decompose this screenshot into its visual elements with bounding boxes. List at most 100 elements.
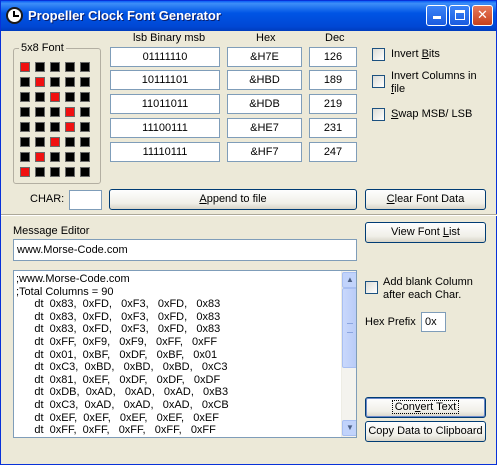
pixel-cell[interactable] xyxy=(50,152,60,162)
hex-field-3[interactable]: &HDB xyxy=(227,94,302,114)
pixel-cell[interactable] xyxy=(80,137,90,147)
clear-font-data-button[interactable]: Clear Font Data xyxy=(365,189,486,210)
binary-field-1[interactable]: 01111110 xyxy=(110,47,220,67)
pixel-cell[interactable] xyxy=(35,92,45,102)
close-button[interactable]: ✕ xyxy=(472,5,493,26)
binary-field-2[interactable]: 10111101 xyxy=(110,70,220,90)
minimize-button[interactable] xyxy=(426,5,447,26)
pixel-cell[interactable] xyxy=(80,92,90,102)
pixel-cell[interactable] xyxy=(80,122,90,132)
pixel-cell[interactable] xyxy=(20,92,30,102)
view-font-list-button[interactable]: View Font List xyxy=(365,222,486,243)
pixel-cell[interactable] xyxy=(20,77,30,87)
invert-bits-checkbox[interactable] xyxy=(372,48,385,61)
pixel-cell[interactable] xyxy=(35,137,45,147)
hex-header: Hex xyxy=(256,32,276,44)
hex-field-4[interactable]: &HE7 xyxy=(227,118,302,138)
minimize-icon xyxy=(432,16,441,19)
dec-field-5[interactable]: 247 xyxy=(309,142,357,162)
binary-header: lsb Binary msb xyxy=(133,32,206,44)
invert-bits-label: Invert Bits xyxy=(391,48,440,60)
output-line: dt 0xEF, 0xEF, 0xEF, 0xEF, 0xEF xyxy=(16,411,219,424)
pixel-cell[interactable] xyxy=(50,122,60,132)
convert-text-button[interactable]: Convert Text xyxy=(365,397,486,418)
pixel-cell[interactable] xyxy=(65,152,75,162)
output-textarea[interactable]: ;www.Morse-Code.com ;Total Columns = 90 d… xyxy=(13,270,357,438)
pixel-cell[interactable] xyxy=(65,62,75,72)
add-blank-column-checkbox[interactable] xyxy=(365,281,378,294)
pixel-cell[interactable] xyxy=(35,107,45,117)
output-line: dt 0xFF, 0xFF, 0xFF, 0xFF, 0xFF xyxy=(16,424,216,437)
output-line: ;www.Morse-Code.com xyxy=(16,273,130,285)
pixel-cell[interactable] xyxy=(65,107,75,117)
pixel-cell[interactable] xyxy=(80,167,90,177)
pixel-cell[interactable] xyxy=(35,77,45,87)
dec-field-3[interactable]: 219 xyxy=(309,94,357,114)
dec-field-1[interactable]: 126 xyxy=(309,47,357,67)
output-line: dt 0xDB, 0xAD, 0xAD, 0xAD, 0xB3 xyxy=(16,386,229,399)
output-line: dt 0xC3, 0xAD, 0xAD, 0xAD, 0xCB xyxy=(16,398,229,411)
char-input[interactable] xyxy=(69,190,102,210)
hex-field-1[interactable]: &H7E xyxy=(227,47,302,67)
hex-field-2[interactable]: &HBD xyxy=(227,70,302,90)
maximize-button[interactable] xyxy=(449,5,470,26)
pixel-cell[interactable] xyxy=(65,77,75,87)
pixel-cell[interactable] xyxy=(80,152,90,162)
title-bar[interactable]: Propeller Clock Font Generator ✕ xyxy=(1,1,496,31)
binary-field-5[interactable]: 11110111 xyxy=(110,142,220,162)
pixel-cell[interactable] xyxy=(35,62,45,72)
pixel-cell[interactable] xyxy=(20,122,30,132)
pixel-cell[interactable] xyxy=(20,137,30,147)
dec-header: Dec xyxy=(325,32,345,44)
pixel-cell[interactable] xyxy=(35,152,45,162)
char-label: CHAR: xyxy=(30,193,65,205)
invert-columns-label: Invert Columns in file xyxy=(391,70,477,95)
pixel-cell[interactable] xyxy=(65,92,75,102)
pixel-cell[interactable] xyxy=(65,137,75,147)
hex-prefix-input[interactable]: 0x xyxy=(421,312,446,332)
output-line: dt 0x01, 0xBF, 0xDF, 0xBF, 0x01 xyxy=(16,348,218,361)
pixel-cell[interactable] xyxy=(20,167,30,177)
pixel-cell[interactable] xyxy=(50,137,60,147)
swap-msb-lsb-checkbox[interactable] xyxy=(372,108,385,121)
scroll-down-icon[interactable]: ▼ xyxy=(342,420,356,436)
dec-field-4[interactable]: 231 xyxy=(309,118,357,138)
invert-columns-checkbox[interactable] xyxy=(372,75,385,88)
pixel-cell[interactable] xyxy=(50,167,60,177)
section-divider xyxy=(1,214,497,216)
message-input[interactable]: www.Morse-Code.com xyxy=(13,239,357,261)
pixel-cell[interactable] xyxy=(20,62,30,72)
pixel-cell[interactable] xyxy=(35,122,45,132)
pixel-cell[interactable] xyxy=(20,107,30,117)
pixel-cell[interactable] xyxy=(65,167,75,177)
pixel-cell[interactable] xyxy=(65,122,75,132)
scroll-thumb[interactable] xyxy=(342,288,356,368)
binary-field-4[interactable]: 11100111 xyxy=(110,118,220,138)
pixel-cell[interactable] xyxy=(35,167,45,177)
hex-field-5[interactable]: &HF7 xyxy=(227,142,302,162)
pixel-cell[interactable] xyxy=(80,62,90,72)
pixel-cell[interactable] xyxy=(50,107,60,117)
dec-field-2[interactable]: 189 xyxy=(309,70,357,90)
message-editor-label: Message Editor xyxy=(13,225,90,237)
pixel-cell[interactable] xyxy=(80,107,90,117)
binary-field-3[interactable]: 11011011 xyxy=(110,94,220,114)
add-blank-column-label: Add blank Column after each Char. xyxy=(383,276,473,301)
hex-prefix-label: Hex Prefix xyxy=(365,316,416,328)
close-icon: ✕ xyxy=(477,7,488,22)
pixel-cell[interactable] xyxy=(50,62,60,72)
font-group: 5x8 Font xyxy=(13,42,101,184)
pixel-cell[interactable] xyxy=(50,92,60,102)
font-group-label: 5x8 Font xyxy=(19,42,66,54)
output-line: dt 0x81, 0xEF, 0xDF, 0xDF, 0xDF xyxy=(16,373,221,386)
pixel-cell[interactable] xyxy=(50,77,60,87)
output-line: dt 0x83, 0xFD, 0xF3, 0xFD, 0x83 xyxy=(16,323,221,336)
output-line: dt 0x83, 0xFD, 0xF3, 0xFD, 0x83 xyxy=(16,298,221,311)
scroll-up-icon[interactable]: ▲ xyxy=(342,272,356,288)
append-to-file-button[interactable]: Append to file xyxy=(109,189,357,210)
copy-to-clipboard-button[interactable]: Copy Data to Clipboard xyxy=(365,421,486,442)
pixel-cell[interactable] xyxy=(80,77,90,87)
pixel-cell[interactable] xyxy=(20,152,30,162)
output-scrollbar[interactable]: ▲ ▼ xyxy=(341,271,356,437)
swap-msb-lsb-label: Swap MSB/ LSB xyxy=(391,108,473,120)
